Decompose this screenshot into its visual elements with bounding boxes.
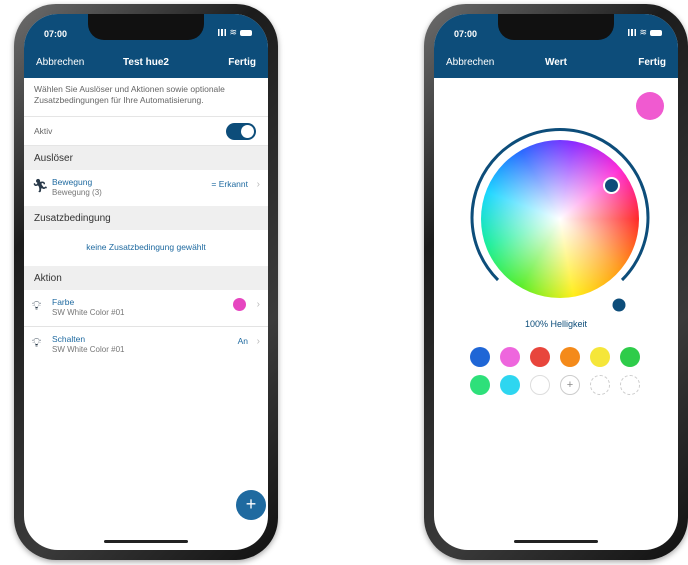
status-icons: ≋	[218, 27, 252, 38]
home-indicator	[104, 540, 188, 543]
phone-frame-left: 07:00 ≋ Abbrechen Test hue2 Fertig Wähle…	[14, 4, 278, 560]
color-swatch[interactable]	[470, 347, 490, 367]
toggle-knob	[241, 125, 254, 138]
wifi-icon: ≋	[229, 27, 237, 37]
section-action-label: Aktion	[34, 273, 62, 284]
phone-frame-right: 07:00 ≋ Abbrechen Wert Fertig 100% Helli…	[424, 4, 688, 560]
signal-icon	[628, 29, 637, 36]
battery-icon	[240, 29, 252, 36]
add-action-button[interactable]: +	[236, 490, 266, 520]
status-icons: ≋	[628, 27, 662, 38]
trigger-subtitle: Bewegung (3)	[52, 188, 102, 197]
trigger-value: = Erkannt	[211, 179, 248, 189]
chevron-right-icon: ›	[256, 179, 260, 190]
action-item-color[interactable]: 💡︎ Farbe SW White Color #01 ›	[24, 290, 268, 327]
color-swatch[interactable]	[620, 347, 640, 367]
color-swatches: +	[470, 347, 650, 395]
no-condition-label: keine Zusatzbedingung gewählt	[86, 242, 206, 252]
section-condition: Zusatzbedingung	[24, 206, 268, 230]
color-swatch-placeholder	[620, 375, 640, 395]
action-subtitle: SW White Color #01	[52, 345, 125, 354]
color-swatch[interactable]	[500, 375, 520, 395]
color-swatch[interactable]	[470, 375, 490, 395]
running-person-icon: 🏃︎	[32, 178, 49, 193]
light-bulb-icon: 💡︎	[32, 335, 42, 350]
action-title: Schalten	[52, 334, 86, 344]
section-action: Aktion	[24, 266, 268, 290]
color-value-screen: 07:00 ≋ Abbrechen Wert Fertig 100% Helli…	[434, 14, 678, 550]
light-bulb-icon: 💡︎	[32, 298, 42, 313]
notch	[88, 14, 204, 40]
color-swatch[interactable]	[560, 347, 580, 367]
active-toggle[interactable]	[226, 123, 256, 140]
home-indicator	[514, 540, 598, 543]
automation-screen: 07:00 ≋ Abbrechen Test hue2 Fertig Wähle…	[24, 14, 268, 550]
color-swatch[interactable]	[530, 347, 550, 367]
add-swatch-button[interactable]: +	[560, 375, 580, 395]
navigation-bar: Abbrechen Test hue2 Fertig	[24, 54, 268, 74]
chevron-right-icon: ›	[256, 299, 260, 310]
action-subtitle: SW White Color #01	[52, 308, 125, 317]
status-time: 07:00	[44, 29, 68, 39]
chevron-right-icon: ›	[256, 336, 260, 347]
color-swatch[interactable]	[500, 347, 520, 367]
action-title: Farbe	[52, 297, 75, 307]
color-preview-dot	[233, 298, 246, 311]
trigger-item-motion[interactable]: 🏃︎ Bewegung Bewegung (3) = Erkannt ›	[24, 170, 268, 206]
wifi-icon: ≋	[639, 27, 647, 37]
brightness-handle[interactable]	[612, 298, 626, 312]
notch	[498, 14, 614, 40]
done-button[interactable]: Fertig	[638, 57, 666, 68]
signal-icon	[218, 29, 227, 36]
color-swatch[interactable]	[590, 347, 610, 367]
intro-text: Wählen Sie Auslöser und Aktionen sowie o…	[34, 84, 225, 105]
color-wheel[interactable]	[481, 140, 639, 298]
trigger-title: Bewegung	[52, 177, 93, 187]
automation-content: Wählen Sie Auslöser und Aktionen sowie o…	[24, 78, 268, 363]
no-condition-row[interactable]: keine Zusatzbedingung gewählt	[24, 230, 268, 266]
action-value: An	[237, 336, 248, 346]
status-time: 07:00	[454, 29, 478, 39]
section-condition-label: Zusatzbedingung	[34, 213, 111, 224]
section-trigger: Auslöser	[24, 146, 268, 170]
battery-icon	[650, 29, 662, 36]
active-label: Aktiv	[34, 126, 53, 136]
color-swatch-empty[interactable]	[530, 375, 550, 395]
active-row: Aktiv	[24, 116, 268, 146]
navigation-bar: Abbrechen Wert Fertig	[434, 54, 678, 74]
brightness-label: 100% Helligkeit	[524, 319, 588, 329]
action-item-switch[interactable]: 💡︎ Schalten SW White Color #01 An ›	[24, 327, 268, 363]
color-picker-handle[interactable]	[603, 177, 620, 194]
color-swatch-placeholder	[590, 375, 610, 395]
selected-color-preview	[636, 92, 664, 120]
done-button[interactable]: Fertig	[228, 57, 256, 68]
section-trigger-label: Auslöser	[34, 153, 73, 164]
